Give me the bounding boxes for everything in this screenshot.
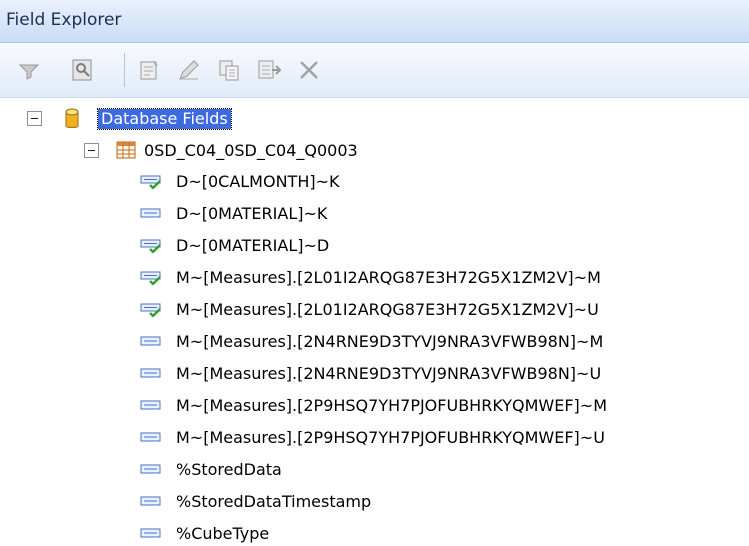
field-item[interactable]: %StoredData [176,460,282,480]
field-icon [140,432,161,442]
field-item[interactable]: M~[Measures].[2P9HSQ7YH7PJOFUBHRKYQMWEF]… [176,428,605,448]
collapse-toggle-database[interactable] [27,111,42,126]
used-field-icon [140,271,161,285]
field-item[interactable]: M~[Measures].[2L01I2ARQG87E3H72G5X1ZM2V]… [176,268,601,288]
used-field-icon [140,175,161,189]
rename-icon[interactable] [256,57,282,83]
field-icon [140,464,161,474]
field-icon [140,208,161,218]
used-field-icon [140,303,161,317]
tree-root-database-fields[interactable]: Database Fields [97,108,232,130]
insert-field-icon[interactable] [136,57,162,83]
toolbar-separator [124,53,125,87]
collapse-toggle-table[interactable] [84,143,99,158]
toolbar [0,43,749,98]
database-icon [65,108,79,128]
browse-data-icon[interactable] [70,57,96,83]
field-item[interactable]: D~[0MATERIAL]~D [176,236,329,256]
field-icon [140,368,161,378]
field-item[interactable]: D~[0MATERIAL]~K [176,204,327,224]
filter-icon[interactable] [16,57,42,83]
field-icon [140,528,161,538]
field-tree: Database Fields 0SD_C04_0SD_C04_Q0003 D~… [0,98,749,546]
table-icon [116,141,136,159]
panel-title-bar: Field Explorer [0,0,749,43]
field-icon [140,400,161,410]
panel-title: Field Explorer [6,10,122,30]
field-item[interactable]: M~[Measures].[2L01I2ARQG87E3H72G5X1ZM2V]… [176,300,599,320]
used-field-icon [140,239,161,253]
field-explorer-panel: Field Explorer Database Fields 0SD_C04_0… [0,0,749,546]
field-item[interactable]: M~[Measures].[2N4RNE9D3TYVJ9NRA3VFWB98N]… [176,364,601,384]
edit-icon[interactable] [176,57,202,83]
delete-icon[interactable] [296,57,322,83]
field-icon [140,336,161,346]
field-item[interactable]: D~[0CALMONTH]~K [176,172,340,192]
field-item[interactable]: %CubeType [176,524,269,544]
copy-icon[interactable] [216,57,242,83]
field-icon [140,496,161,506]
field-item[interactable]: M~[Measures].[2N4RNE9D3TYVJ9NRA3VFWB98N]… [176,332,603,352]
field-item[interactable]: M~[Measures].[2P9HSQ7YH7PJOFUBHRKYQMWEF]… [176,396,607,416]
tree-table-node[interactable]: 0SD_C04_0SD_C04_Q0003 [144,141,358,161]
field-item[interactable]: %StoredDataTimestamp [176,492,371,512]
